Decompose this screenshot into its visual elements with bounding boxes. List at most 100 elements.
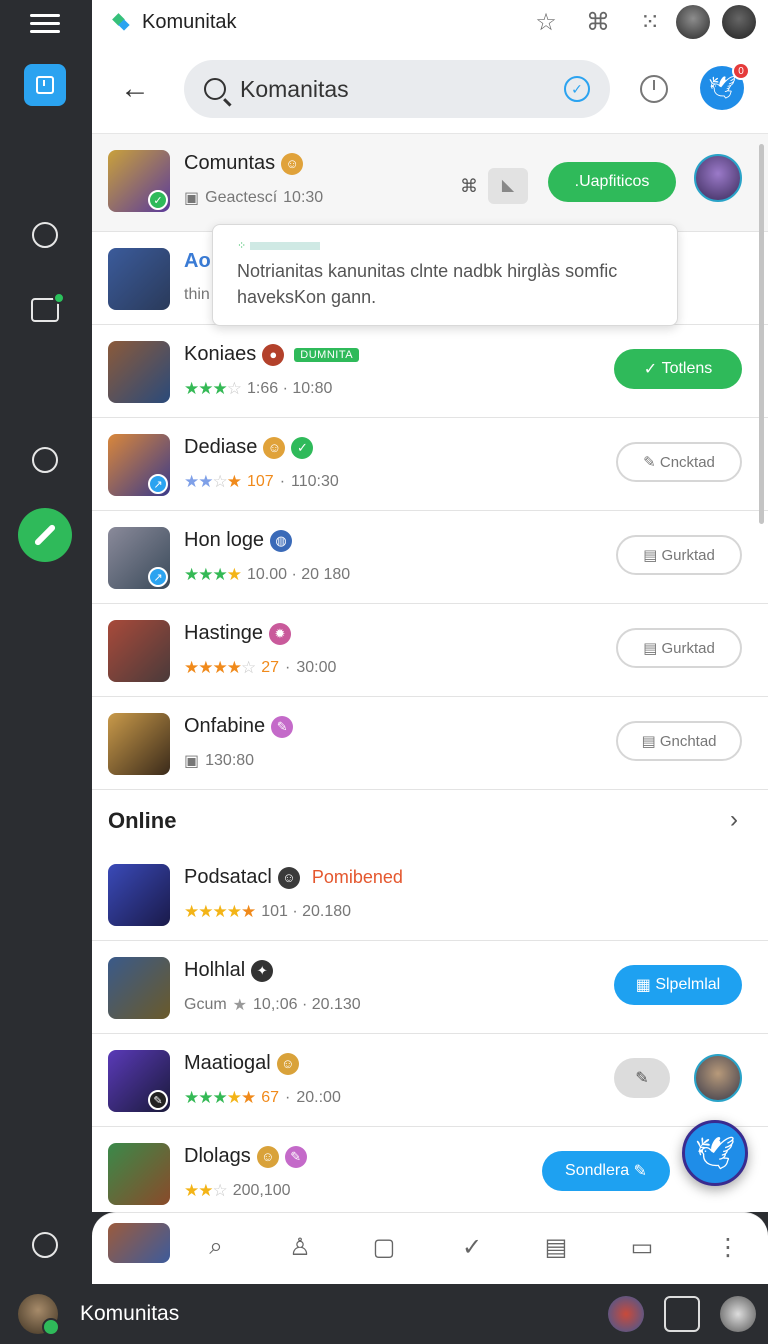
item-meta: 30:00 [296,659,337,676]
action-button[interactable]: ▤ Gurktad [616,628,742,668]
tooltip-text: Notrianitas kanunitas clnte nadbk hirglà… [237,261,618,307]
emoji-icon: ☺ [263,436,286,459]
list-item[interactable]: Podsatacl ☺ Pomibened ★★★★★ 101 · 20.180 [92,848,768,941]
action-button[interactable]: ▦ Slpelmlal [614,965,742,1005]
online-section-header[interactable]: Online › [92,790,768,848]
item-meta-prefix: Gcum [184,996,227,1013]
rail-explore-icon[interactable] [22,362,540,436]
rail-clock-icon[interactable] [22,437,68,483]
verified-icon: ✓ [291,436,314,459]
trophy-icon[interactable]: ⌘ [460,176,478,197]
pen-icon: ✎ [271,715,294,738]
community-thumbnail [108,248,170,310]
sparkle-icon: ✹ [268,622,291,645]
message-icon[interactable] [664,1296,700,1332]
list-item[interactable]: Holhlal ✦ Gcum ★ 10,:06 · 20.130 ▦ Slpelmla… [92,941,768,1034]
search-icon[interactable]: ⌕ [200,1233,232,1265]
item-count: 67 [261,1089,280,1106]
item-title: Ao [184,250,211,272]
list-item[interactable]: Dlolags ☺ ✎ ★★☆ 200,100 Sondlera ✎ [92,1127,768,1212]
left-rail [0,0,540,1284]
chevron-right-icon[interactable]: › [730,806,738,834]
item-title: Onfabine [184,715,266,737]
search-bar[interactable]: ✓ [184,60,610,118]
back-arrow-icon[interactable]: ← [120,72,150,106]
document-icon: ▤ [643,640,662,657]
status-bar-title: Komunitas [80,1302,180,1325]
pen-icon: ✎ [284,1145,307,1168]
verified-check-icon[interactable]: ✓ [564,76,590,102]
action-button[interactable]: ▤ Gnchtad [616,721,742,761]
search-icon [204,78,226,100]
list-item[interactable]: Onfabine ✎ ▣ 130:80 ▤ Gnchtad [92,697,768,790]
action-button[interactable]: ▤ Gurktad [616,535,742,575]
community-tag: DUMNITA [294,347,360,362]
emoji-icon: ☺ [281,152,304,175]
document-icon[interactable]: ▢ [368,1233,400,1265]
action-button[interactable]: ✓ Totlens [614,349,742,389]
tooltip-header: ⁘ [237,239,653,252]
community-thumbnail [108,957,170,1019]
item-meta: 20.:00 [296,1089,341,1106]
emoji-icon: ☺ [256,1145,279,1168]
search-input[interactable] [240,75,560,103]
user-avatar[interactable] [18,1294,60,1336]
list-item[interactable]: ✓ Comuntas ☺ ▣ Geactescí 10:30 ⌘ ◣ .Uapfiti… [92,134,768,232]
action-button[interactable]: Sondlera ✎ [542,1151,670,1191]
list-item[interactable]: Koniaes ● DUMNITA ★★★☆ 1:66 · 10:80 ✓ Totle… [92,325,768,418]
item-meta: 10,:06 · 20.130 [253,996,361,1013]
power-icon[interactable] [22,1222,68,1268]
rail-home-icon[interactable] [24,64,66,106]
edit-button[interactable]: ✎ [614,1058,670,1098]
action-button[interactable]: .Uapfiticos [548,162,676,202]
history-icon[interactable] [640,75,668,103]
list-item[interactable]: ↗ Dediase ☺ ✓ ★★☆★ 107 · 110:30 ✎ Cncktad [92,418,768,511]
profile-icon[interactable]: ♙ [284,1233,316,1265]
rating-stars: ★★★★☆ [184,658,256,677]
user-avatar[interactable] [676,5,710,39]
community-thumbnail: ✓ [108,150,170,212]
hamburger-menu-icon[interactable] [22,0,68,46]
more-icon[interactable]: ⋮ [712,1233,744,1265]
chat-icon[interactable]: ▭ [626,1233,658,1265]
apps-grid-icon[interactable]: ⁙ [624,8,676,37]
mute-icon[interactable]: ◣ [488,168,528,204]
rail-emoji-icon[interactable] [22,212,68,258]
item-title: Maatiogal [184,1052,271,1074]
game-avatar[interactable] [608,1296,644,1332]
list-item[interactable]: Hastinge ✹ ★★★★☆ 27 · 30:00 ▤ Gurktad [92,604,768,697]
member-avatar[interactable] [694,154,742,202]
item-meta: thin [184,286,210,303]
community-thumbnail [108,1143,170,1205]
trophy-icon[interactable]: ⌘ [572,8,624,37]
rating-stars: ★★★★ [184,565,242,584]
bird-fab-button[interactable]: 🕊 [682,1120,748,1186]
emoji-icon: ☺ [276,1052,299,1075]
tooltip-popup: ⁘ Notrianitas kanunitas clnte nadbk hirg… [212,224,678,326]
pen-icon [33,523,57,547]
bottom-thumbnail [108,1223,170,1263]
avatar-icon: ✦ [251,959,274,982]
star-icon[interactable]: ☆ [520,8,572,37]
rail-search-icon[interactable] [22,136,540,210]
settings-avatar[interactable] [720,1296,756,1332]
check-icon: ✓ [643,361,662,378]
member-avatar[interactable] [694,1054,742,1102]
scrollbar[interactable] [759,144,764,524]
list-item[interactable]: ✎ Maatiogal ☺ ★★★★★ 67 · 20.:00 ✎ [92,1034,768,1127]
alien-avatar[interactable] [722,5,756,39]
community-thumbnail [108,341,170,403]
item-title: Comuntas [184,152,276,174]
item-meta: 101 · 20.180 [261,903,352,920]
book-icon[interactable]: ▤ [540,1233,572,1265]
bird-notifications-button[interactable]: 🕊 0 [700,62,750,110]
item-meta: Geactescí [205,189,278,206]
action-button[interactable]: ✎ Cncktad [616,442,742,482]
compose-button[interactable] [18,508,72,562]
rail-chat-icon[interactable] [22,287,68,333]
notification-badge: 0 [732,62,750,80]
list-item[interactable]: ↗ Hon loge ◍ ★★★★ 10.00 · 20 180 ▤ Gurktad [92,511,768,604]
community-thumbnail: ↗ [108,434,170,496]
check-circle-icon[interactable]: ✓ [456,1233,488,1265]
item-title: Holhlal [184,959,246,981]
